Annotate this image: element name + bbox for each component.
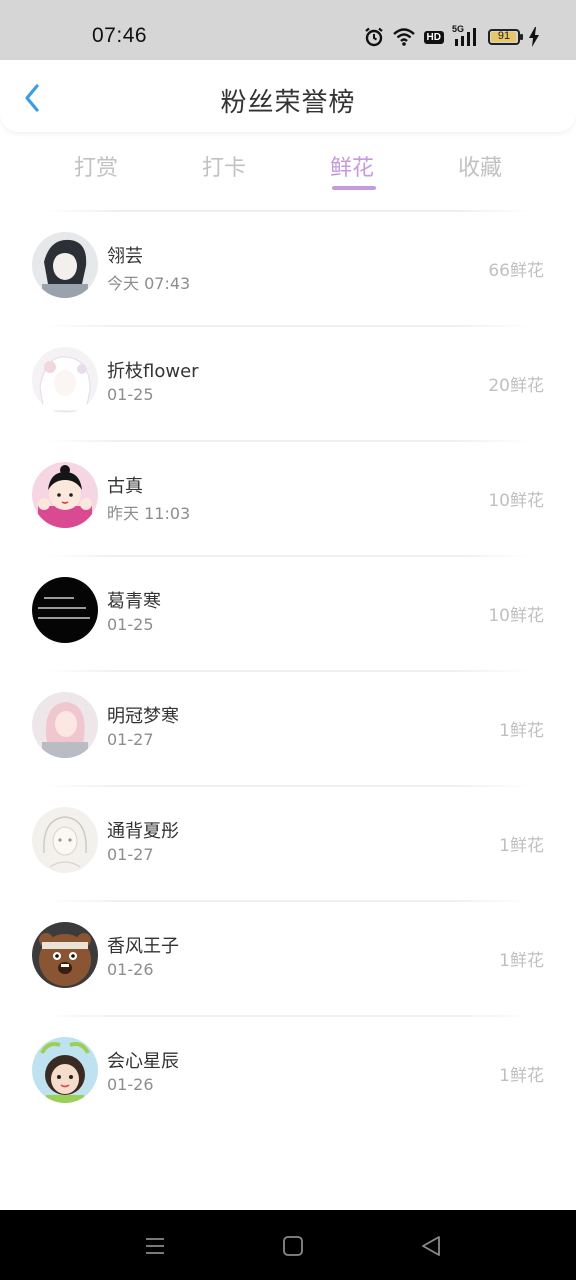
avatar — [32, 347, 98, 413]
wifi-icon — [392, 27, 416, 47]
fan-name: 明冠梦寒 — [107, 706, 179, 727]
list-item[interactable]: 折枝flower 01-25 20鲜花 — [0, 327, 576, 442]
app-header: 粉丝荣誉榜 — [0, 60, 576, 132]
status-bar: 07:46 HD 5G 91 — [0, 0, 576, 60]
battery-icon: 91 — [488, 29, 523, 45]
flower-count: 20鲜花 — [488, 376, 544, 396]
flower-count: 1鲜花 — [499, 951, 544, 971]
avatar — [32, 1037, 98, 1103]
flower-count: 1鲜花 — [499, 1066, 544, 1086]
list-item[interactable]: 翎芸 今天 07:43 66鲜花 — [0, 212, 576, 327]
fan-name: 会心星辰 — [107, 1051, 179, 1072]
battery-level: 91 — [497, 30, 511, 42]
flower-count: 1鲜花 — [499, 721, 544, 741]
back-triangle-icon — [422, 1236, 440, 1256]
tab-checkin[interactable]: 打卡 — [174, 150, 274, 182]
fan-time: 01-25 — [107, 615, 154, 634]
page-title: 粉丝荣誉榜 — [220, 88, 356, 118]
fan-name: 古真 — [107, 476, 143, 497]
active-tab-indicator — [332, 186, 376, 190]
status-icons: HD 5G 91 — [364, 24, 540, 50]
home-button[interactable] — [281, 1234, 305, 1258]
avatar — [32, 922, 98, 988]
flower-count: 10鲜花 — [488, 606, 544, 626]
fan-time: 01-26 — [107, 1075, 154, 1094]
system-nav-bar — [0, 1210, 576, 1280]
tab-flowers-label: 鲜花 — [329, 156, 374, 181]
list-item[interactable]: 葛青寒 01-25 10鲜花 — [0, 557, 576, 672]
avatar — [32, 462, 98, 528]
back-nav-button[interactable] — [419, 1234, 443, 1258]
alarm-icon — [364, 27, 384, 47]
avatar — [32, 232, 98, 298]
flower-count: 10鲜花 — [488, 491, 544, 511]
avatar — [32, 692, 98, 758]
charging-icon — [528, 27, 540, 47]
avatar — [32, 807, 98, 873]
flower-count: 1鲜花 — [499, 836, 544, 856]
list-item[interactable]: 通背夏彤 01-27 1鲜花 — [0, 787, 576, 902]
home-icon — [283, 1236, 303, 1256]
fan-name: 折枝flower — [107, 361, 199, 382]
tab-flowers[interactable]: 鲜花 — [302, 150, 402, 190]
flower-count: 66鲜花 — [488, 261, 544, 281]
fan-name: 香风王子 — [107, 936, 179, 957]
menu-icon — [146, 1238, 164, 1254]
fan-time: 昨天 11:03 — [107, 504, 191, 523]
fan-time: 01-25 — [107, 385, 154, 404]
tab-tips[interactable]: 打赏 — [46, 150, 146, 182]
menu-button[interactable] — [143, 1234, 167, 1258]
tab-favorites[interactable]: 收藏 — [430, 150, 530, 182]
fan-name: 葛青寒 — [107, 591, 161, 612]
list-item[interactable]: 香风王子 01-26 1鲜花 — [0, 902, 576, 1017]
fan-name: 通背夏彤 — [107, 821, 179, 842]
hd-icon: HD — [423, 30, 444, 44]
list-item[interactable]: 明冠梦寒 01-27 1鲜花 — [0, 672, 576, 787]
signal-icon: 5G — [452, 24, 480, 48]
fan-name: 翎芸 — [107, 246, 143, 267]
list-item[interactable]: 古真 昨天 11:03 10鲜花 — [0, 442, 576, 557]
avatar — [32, 577, 98, 643]
fan-time: 今天 07:43 — [107, 274, 191, 293]
fan-time: 01-26 — [107, 960, 154, 979]
fan-time: 01-27 — [107, 730, 154, 749]
list-item[interactable]: 会心星辰 01-26 1鲜花 — [0, 1017, 576, 1132]
status-time: 07:46 — [92, 24, 148, 47]
fan-time: 01-27 — [107, 845, 154, 864]
tab-bar: 打赏 打卡 鲜花 收藏 — [0, 140, 576, 202]
